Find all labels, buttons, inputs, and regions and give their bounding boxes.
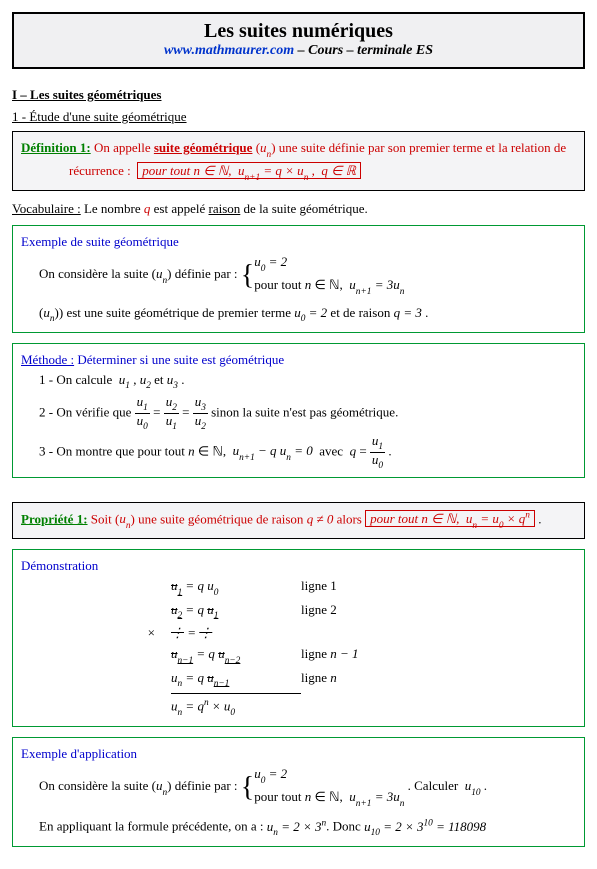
property-1-label: Propriété 1: (21, 511, 88, 526)
definition-1-term: suite géométrique (154, 140, 253, 155)
demonstration-box: Démonstration u1 = q u0ligne 1 u2 = q u1… (12, 549, 585, 727)
property-1-formula-box: pour tout n ∈ ℕ, un = u0 × qn (365, 510, 535, 527)
definition-1-formula-box: pour tout n ∈ ℕ, un+1 = q × un , q ∈ ℝ (137, 162, 361, 179)
property-1-box: Propriété 1: Soit (un) une suite géométr… (12, 502, 585, 539)
method-box: Méthode : Déterminer si une suite est gé… (12, 343, 585, 478)
definition-1-text-a: On appelle (91, 140, 154, 155)
example-geom-box: Exemple de suite géométrique On considèr… (12, 225, 585, 332)
example-application-head: Exemple d'application (21, 746, 137, 761)
subsection-heading: 1 - Étude d'une suite géométrique (12, 109, 585, 125)
page-title: Les suites numériques (18, 20, 579, 43)
brace-icon: { (241, 263, 254, 288)
section-heading: I – Les suites géométriques (12, 87, 585, 103)
definition-1-label: Définition 1: (21, 140, 91, 155)
example-geom-head: Exemple de suite géométrique (21, 234, 179, 249)
brace-icon: { (241, 775, 254, 800)
site-link[interactable]: www.mathmaurer.com (164, 43, 294, 58)
definition-1-text-d: une suite définie par son premier terme … (279, 140, 566, 155)
subtitle: www.mathmaurer.com – Cours – terminale E… (18, 43, 579, 59)
definition-1-box: Définition 1: On appelle suite géométriq… (12, 131, 585, 191)
method-head: Méthode : (21, 352, 74, 367)
subtitle-rest: – Cours – terminale ES (294, 43, 433, 58)
vocabulary-line: Vocabulaire : Le nombre q est appelé rai… (12, 201, 585, 217)
title-box: Les suites numériques www.mathmaurer.com… (12, 12, 585, 69)
demonstration-head: Démonstration (21, 558, 98, 573)
example-application-box: Exemple d'application On considère la su… (12, 737, 585, 847)
